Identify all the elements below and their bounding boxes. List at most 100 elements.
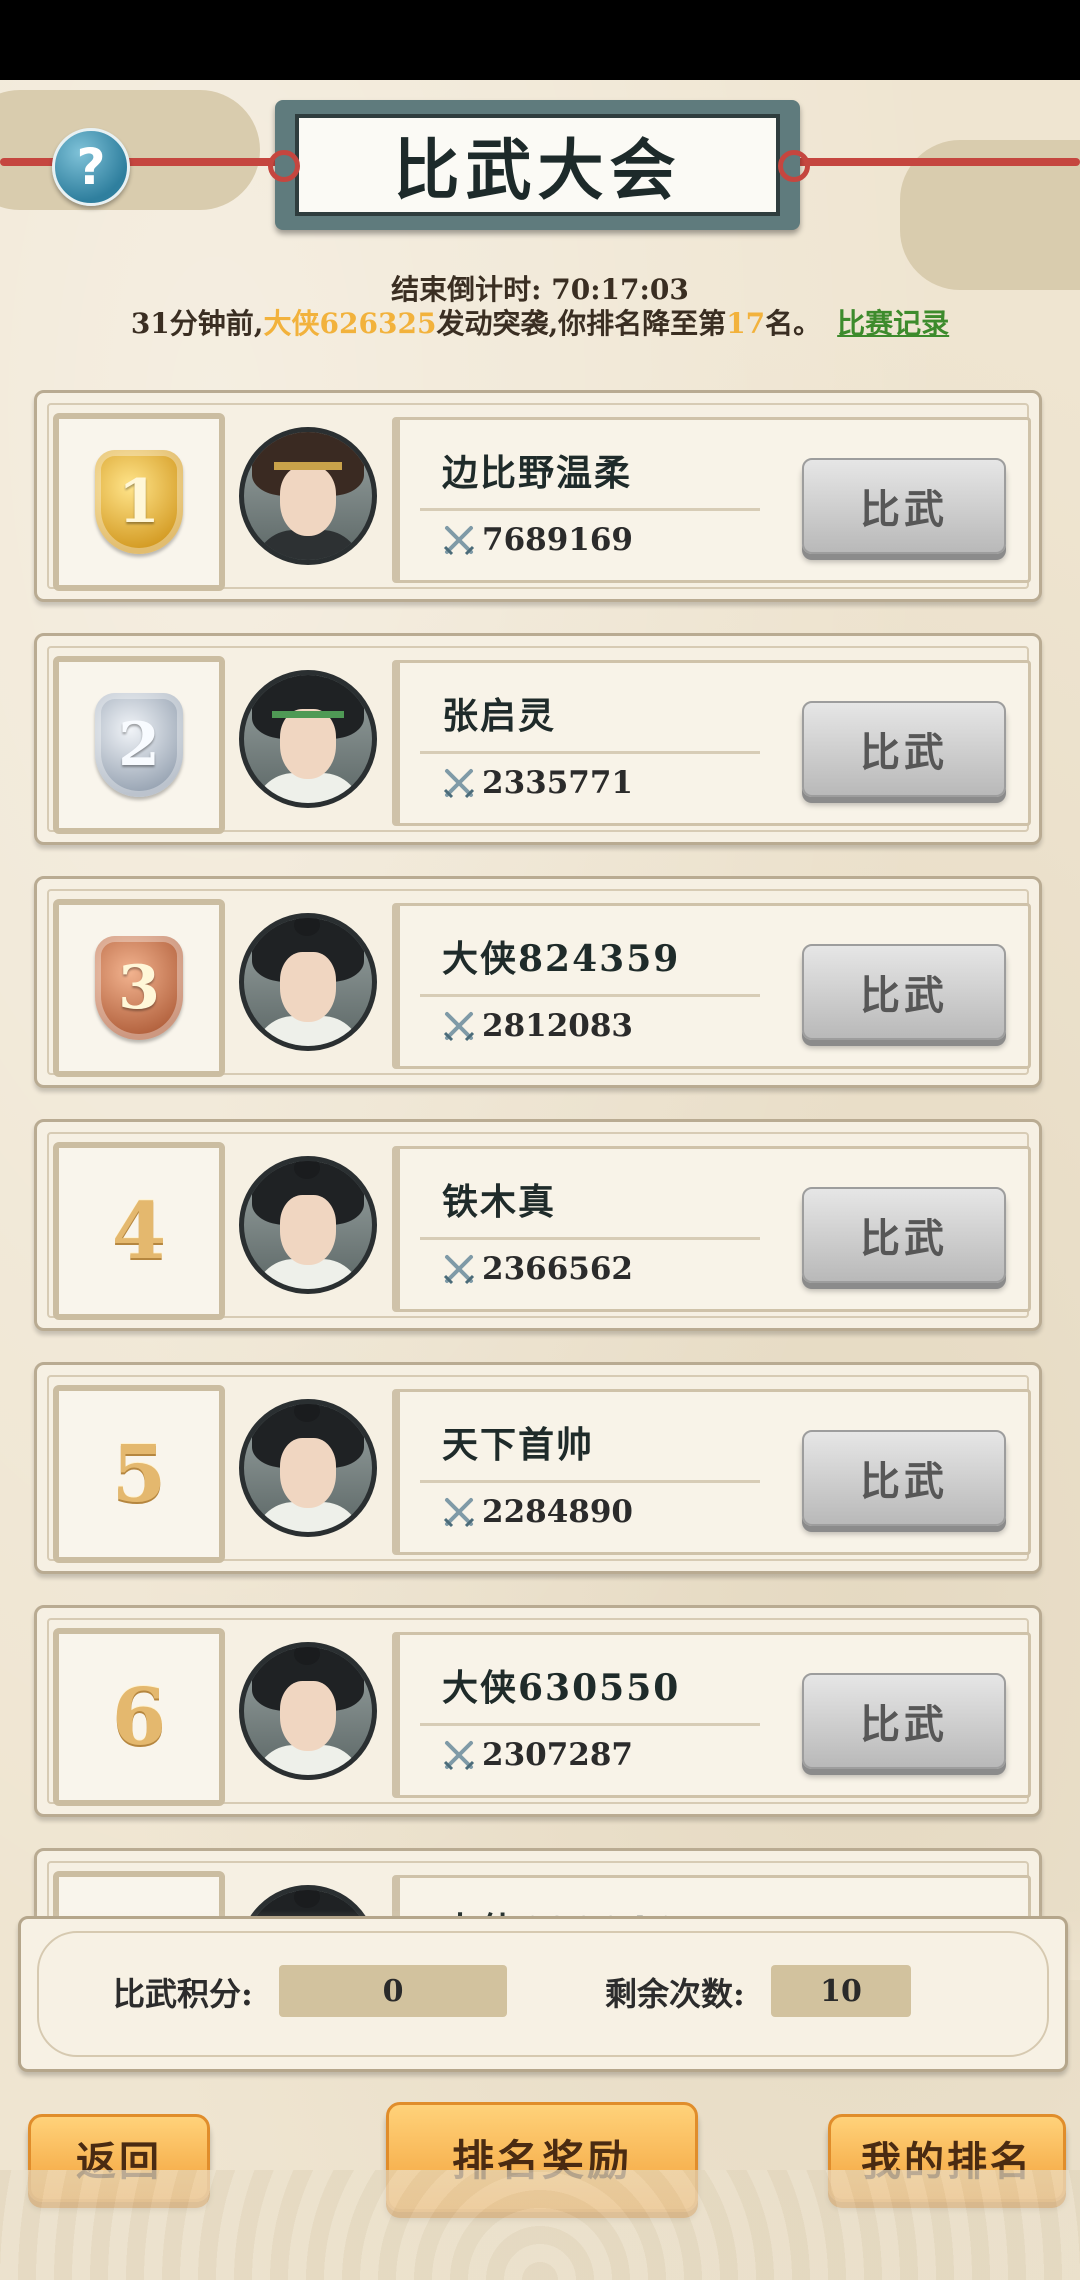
player-avatar[interactable] — [239, 1156, 377, 1294]
combat-power-value: 7689169 — [482, 522, 633, 558]
ranking-card: 5 天下首帅 2284890 比武 — [34, 1362, 1042, 1574]
help-button[interactable]: ? — [52, 128, 130, 206]
player-info: 天下首帅 2284890 比武 — [392, 1389, 1031, 1555]
combat-power-value: 2284890 — [482, 1494, 633, 1530]
rank-box: 5 — [53, 1385, 225, 1563]
player-info: 边比野温柔 7689169 比武 — [392, 417, 1031, 583]
remaining-value: 10 — [771, 1965, 911, 2017]
red-rope — [0, 158, 290, 166]
avatar-bun — [294, 1890, 320, 1908]
notice-rank: 17 — [726, 307, 766, 340]
challenge-button[interactable]: 比武 — [802, 944, 1006, 1040]
challenge-button[interactable]: 比武 — [802, 701, 1006, 797]
player-info: 铁木真 2366562 比武 — [392, 1146, 1031, 1312]
avatar-face — [280, 952, 336, 1022]
remaining-value-text: 10 — [820, 1973, 862, 2009]
info-divider — [420, 1237, 760, 1240]
rank-box: 1 — [53, 413, 225, 591]
combat-power: 2335771 — [442, 765, 633, 801]
player-avatar[interactable] — [239, 1399, 377, 1537]
player-name: 张启灵 — [442, 695, 557, 737]
ranking-card: 2 张启灵 2335771 比武 — [34, 633, 1042, 845]
challenge-button[interactable]: 比武 — [802, 1187, 1006, 1283]
notice-suffix: 名。 — [765, 307, 822, 340]
challenge-button-label: 比武 — [860, 1215, 948, 1262]
player-info: 大侠824359 2812083 比武 — [392, 903, 1031, 1069]
ranking-card: 6 大侠630550 2307287 比武 — [34, 1605, 1042, 1817]
challenge-button[interactable]: 比武 — [802, 1430, 1006, 1526]
player-avatar[interactable] — [239, 427, 377, 565]
player-name: 天下首帅 — [442, 1424, 595, 1466]
score-value-text: 0 — [382, 1973, 404, 2009]
notice-mid: 发动突袭,你排名降至第 — [436, 307, 727, 340]
challenge-button-label: 比武 — [860, 486, 948, 533]
ranking-card: 1 边比野温柔 7689169 比武 — [34, 390, 1042, 602]
avatar-face — [280, 1438, 336, 1508]
player-name: 边比野温柔 — [442, 452, 633, 494]
combat-power-value: 2812083 — [482, 1008, 633, 1044]
remaining-label: 剩余次数: — [605, 1975, 745, 2013]
swords-icon — [443, 1255, 475, 1285]
combat-power: 7689169 — [442, 522, 633, 558]
combat-power: 2307287 — [442, 1737, 633, 1773]
combat-power: 2284890 — [442, 1494, 633, 1530]
rank-box: 2 — [53, 656, 225, 834]
combat-power: 2366562 — [442, 1251, 633, 1287]
avatar-bun — [294, 1161, 320, 1179]
rank-number: 5 — [111, 1428, 167, 1520]
player-name: 铁木真 — [442, 1181, 557, 1223]
avatar-bun — [294, 1404, 320, 1422]
info-divider — [420, 751, 760, 754]
player-avatar[interactable] — [239, 670, 377, 808]
player-name: 大侠630550 — [442, 1667, 681, 1709]
swords-icon — [443, 1012, 475, 1042]
info-divider — [420, 508, 760, 511]
info-divider — [420, 1723, 760, 1726]
info-divider — [420, 1480, 760, 1483]
silver-medal-icon: 2 — [95, 693, 183, 797]
player-info: 大侠630550 2307287 比武 — [392, 1632, 1031, 1798]
gold-medal-icon: 1 — [95, 450, 183, 554]
rank-box: 6 — [53, 1628, 225, 1806]
challenge-button-label: 比武 — [860, 972, 948, 1019]
info-divider — [420, 994, 760, 997]
avatar-face — [280, 1681, 336, 1751]
ranking-list[interactable]: 1 边比野温柔 7689169 比武 2 张启灵 2335771 比武 3 大侠824359 281… — [0, 370, 1080, 1980]
challenge-button-label: 比武 — [860, 1458, 948, 1505]
cloud-decoration-bottom — [0, 2170, 1080, 2280]
player-name: 大侠824359 — [442, 938, 681, 980]
notice-prefix: 31分钟前, — [130, 307, 264, 340]
rank-number: 2 — [118, 710, 160, 780]
rank-number: 3 — [118, 953, 160, 1023]
rank-number: 1 — [118, 467, 160, 537]
avatar-headband — [272, 711, 344, 718]
game-screen: ? 比武大会 结束倒计时: 70:17:03 31分钟前,大侠626325发动突… — [0, 80, 1080, 2280]
player-info: 张启灵 2335771 比武 — [392, 660, 1031, 826]
cloud-decoration — [0, 90, 260, 210]
player-avatar[interactable] — [239, 1642, 377, 1780]
match-record-link[interactable]: 比赛记录 — [837, 307, 949, 340]
challenge-button[interactable]: 比武 — [802, 458, 1006, 554]
challenge-button[interactable]: 比武 — [802, 1673, 1006, 1769]
ranking-card: 3 大侠824359 2812083 比武 — [34, 876, 1042, 1088]
rope-knot — [268, 150, 300, 182]
rope-knot — [778, 150, 810, 182]
title-plaque: 比武大会 — [295, 114, 780, 216]
player-avatar[interactable] — [239, 913, 377, 1051]
combat-power-value: 2335771 — [482, 765, 633, 801]
avatar-face — [280, 1195, 336, 1265]
avatar-face — [280, 709, 336, 779]
combat-power: 2812083 — [442, 1008, 633, 1044]
title-banner: 比武大会 — [275, 100, 800, 230]
avatar-face — [280, 466, 336, 536]
swords-icon — [443, 1741, 475, 1771]
score-panel: 比武积分: 0 剩余次数: 10 — [18, 1916, 1068, 2072]
status-bar — [0, 0, 1080, 80]
bronze-medal-icon: 3 — [95, 936, 183, 1040]
attack-notice: 31分钟前,大侠626325发动突袭,你排名降至第17名。 比赛记录 — [0, 302, 1080, 342]
swords-icon — [443, 769, 475, 799]
score-label: 比武积分: — [113, 1975, 253, 2013]
red-rope — [790, 158, 1080, 166]
combat-power-value: 2307287 — [482, 1737, 633, 1773]
score-value: 0 — [279, 1965, 507, 2017]
